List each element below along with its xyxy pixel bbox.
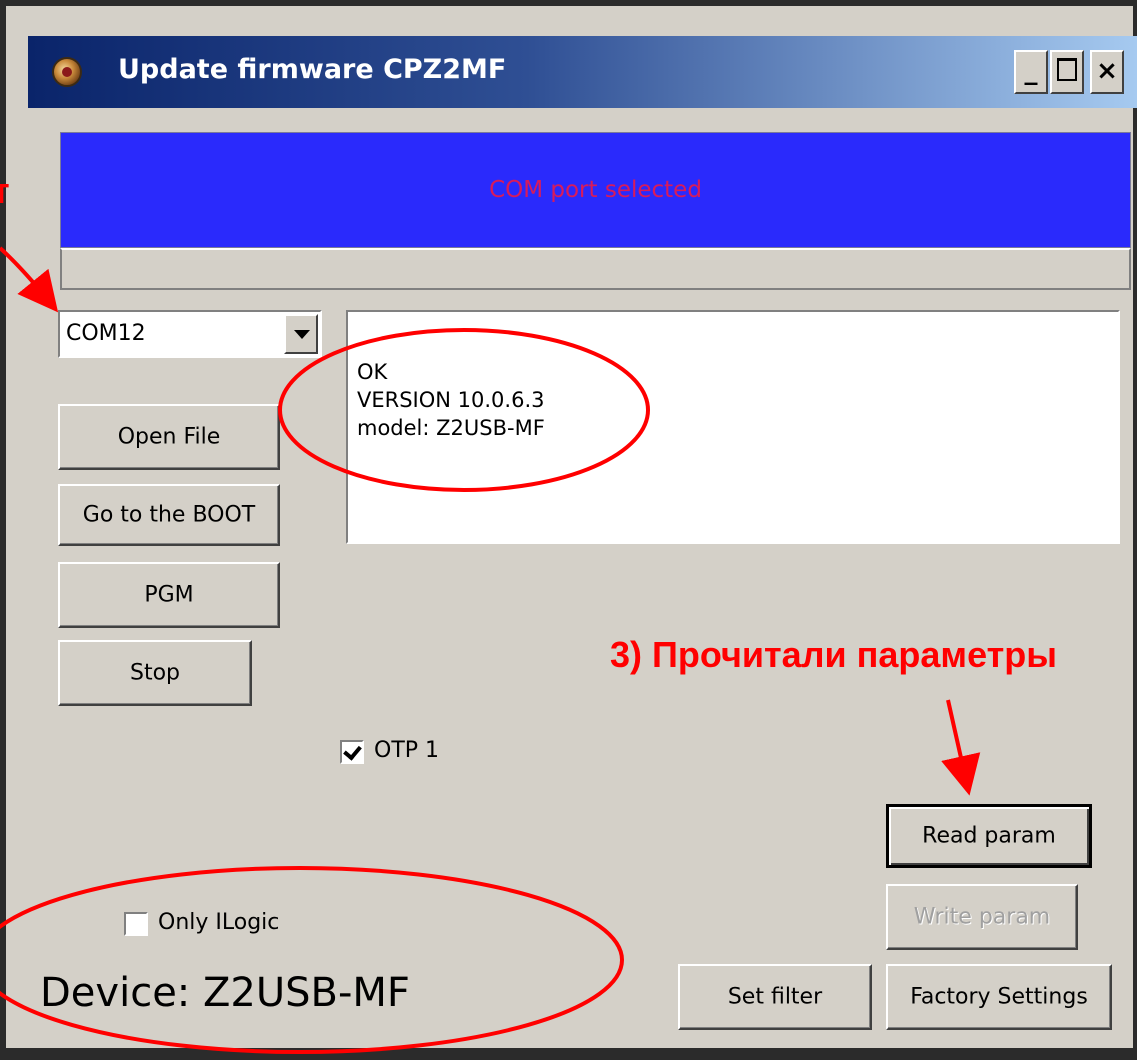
annotation-overlay <box>0 246 981 1054</box>
annotation-arrow-read <box>941 699 981 796</box>
annotation-ellipse-device <box>0 866 624 1054</box>
annotation-ellipse-log <box>278 328 650 492</box>
annotation-arrow-port <box>0 246 59 313</box>
